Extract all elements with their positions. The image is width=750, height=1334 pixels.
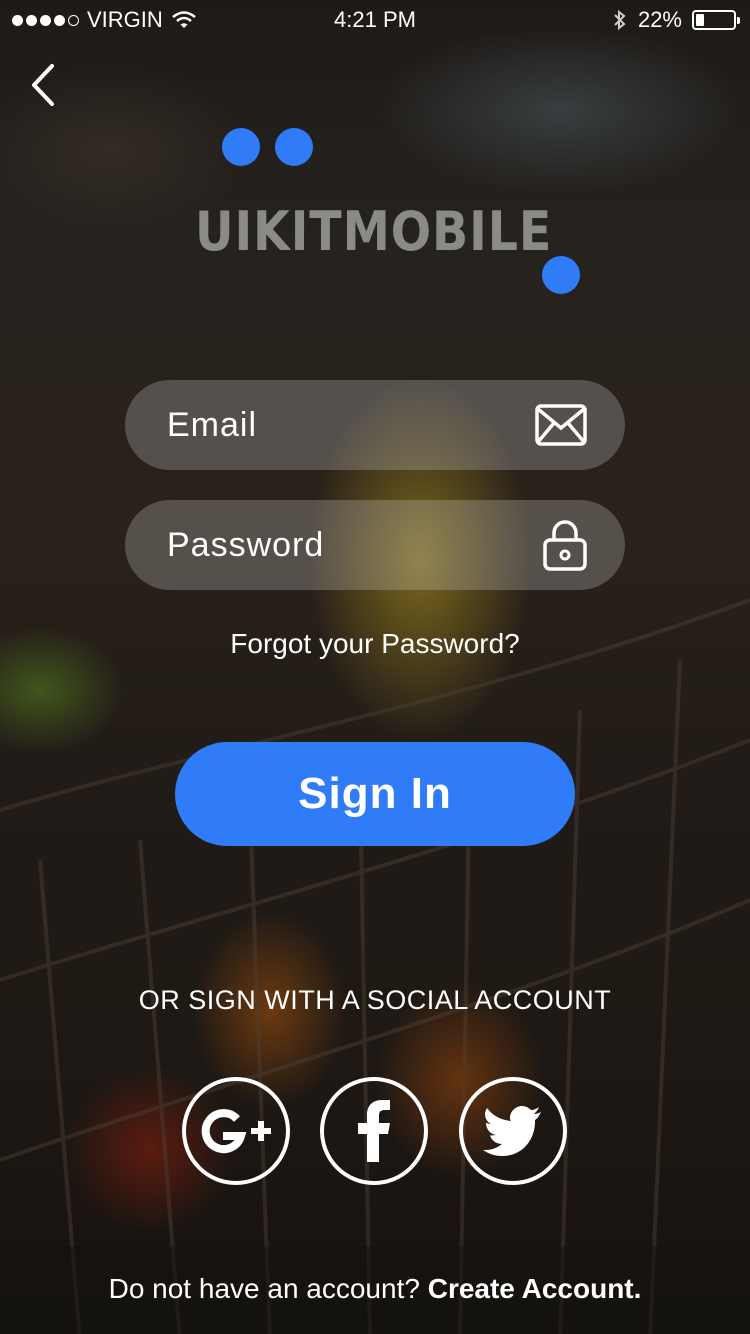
lock-icon [543,520,587,571]
password-field[interactable] [125,500,625,590]
signup-prompt-text: Do not have an account? [108,1273,420,1304]
forgot-password-link[interactable]: Forgot your Password? [0,628,750,660]
twitter-icon [483,1106,541,1156]
password-input[interactable] [165,524,529,566]
facebook-button[interactable] [320,1077,428,1185]
logo-dot [275,128,313,166]
google-plus-icon [201,1109,271,1154]
sign-in-button[interactable]: Sign In [175,742,575,846]
facebook-icon [358,1100,390,1162]
battery-percentage: 22% [637,7,682,32]
logo-wordmark: UIKITMOBILE [195,200,553,263]
logo-dot [542,256,580,294]
back-chevron-icon[interactable] [24,60,64,110]
twitter-button[interactable] [459,1077,567,1185]
social-signin-label: OR SIGN WITH A SOCIAL ACCOUNT [138,985,612,1015]
envelope-icon [535,404,587,446]
battery-icon [692,10,740,30]
create-account-link[interactable]: Create Account. [428,1273,642,1304]
signup-prompt-bar: Do not have an account? Create Account. [0,1246,750,1334]
status-bar: VIRGIN 4:21 PM 22% [0,0,750,40]
bluetooth-icon [614,9,626,31]
email-input[interactable] [165,404,529,446]
email-field[interactable] [125,380,625,470]
logo-dot [222,128,260,166]
google-plus-button[interactable] [182,1077,290,1185]
